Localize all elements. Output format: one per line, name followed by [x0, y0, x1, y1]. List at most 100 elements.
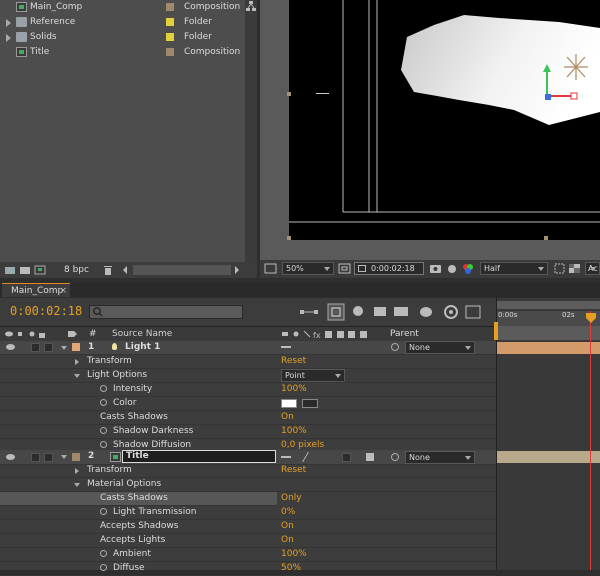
snapshot-camera-icon[interactable]: [429, 262, 443, 276]
collapse-triangle-icon[interactable]: [61, 455, 67, 459]
comp-mini-flowchart-icon[interactable]: [300, 310, 318, 314]
composition-canvas[interactable]: [289, 0, 600, 240]
timeline-graph-area[interactable]: 0:00s 02s: [496, 298, 600, 570]
property-shadow-darkness[interactable]: Shadow Darkness 100%: [0, 425, 496, 439]
light-position-icon[interactable]: [564, 54, 588, 80]
parent-dropdown[interactable]: None: [405, 341, 475, 354]
region-of-interest-icon[interactable]: [553, 262, 567, 276]
color-swatch[interactable]: [281, 399, 297, 408]
property-value[interactable]: Only: [281, 493, 302, 503]
expand-triangle-icon[interactable]: [6, 34, 11, 42]
work-area-bar[interactable]: [497, 301, 600, 309]
layer-label-color[interactable]: [72, 453, 80, 461]
transparency-grid-icon[interactable]: [568, 262, 582, 276]
graph-editor-icon[interactable]: [465, 305, 481, 319]
corner-handle[interactable]: [287, 236, 291, 240]
property-accepts-shadows[interactable]: Accepts Shadows On: [0, 520, 496, 534]
collapse-triangle-icon[interactable]: [61, 346, 67, 350]
label-color-swatch[interactable]: [166, 3, 174, 11]
audio-speaker-icon[interactable]: [18, 332, 22, 336]
property-casts-shadows-selected[interactable]: Casts Shadows: [0, 492, 277, 506]
collapse-triangle-icon[interactable]: [74, 483, 80, 487]
always-preview-icon[interactable]: [264, 262, 278, 276]
property-color[interactable]: Color: [0, 397, 496, 411]
layer-search-input[interactable]: [89, 305, 243, 319]
adjustment-switch[interactable]: [342, 453, 351, 462]
timeline-navigator-handle[interactable]: [494, 322, 498, 340]
lock-switch[interactable]: [44, 453, 53, 462]
pick-whip-icon[interactable]: [391, 343, 399, 351]
reset-link[interactable]: Reset: [281, 355, 306, 368]
corner-handle[interactable]: [287, 92, 291, 96]
property-value[interactable]: 100%: [281, 383, 307, 396]
property-value[interactable]: 100%: [281, 425, 307, 438]
column-parent[interactable]: Parent: [390, 329, 419, 339]
light-type-dropdown[interactable]: Point: [281, 369, 345, 382]
current-time-indicator-icon[interactable]: [585, 312, 597, 326]
current-time-display[interactable]: 0:00:02:18: [354, 262, 424, 275]
stopwatch-icon[interactable]: [100, 441, 107, 448]
reset-link[interactable]: Reset: [281, 464, 306, 477]
expand-triangle-icon[interactable]: [6, 19, 11, 27]
project-item-main-comp[interactable]: Main_Comp Composition: [0, 0, 245, 15]
layer-bar-title[interactable]: [497, 451, 600, 463]
stopwatch-icon[interactable]: [100, 550, 107, 557]
label-color-swatch[interactable]: [166, 18, 174, 26]
active-camera-dropdown[interactable]: Ac: [585, 262, 600, 275]
layer-bar-light-1[interactable]: [497, 342, 600, 354]
corner-handle[interactable]: [544, 236, 548, 240]
property-accepts-lights[interactable]: Accepts Lights On: [0, 534, 496, 548]
project-item-solids[interactable]: Solids Folder: [0, 30, 245, 45]
layer-row-light-1[interactable]: 1 Light 1 None: [0, 341, 496, 355]
project-item-reference[interactable]: Reference Folder: [0, 15, 245, 30]
new-folder-icon[interactable]: [20, 267, 30, 274]
property-light-options[interactable]: Light Options Point: [0, 369, 496, 383]
stopwatch-icon[interactable]: [100, 427, 107, 434]
stopwatch-icon[interactable]: [100, 385, 107, 392]
trash-icon[interactable]: [102, 263, 114, 277]
solo-switch[interactable]: [31, 343, 40, 352]
playhead-line[interactable]: [590, 311, 591, 570]
scroll-right-arrow-icon[interactable]: [232, 263, 242, 277]
property-light-transmission[interactable]: Light Transmission 0%: [0, 506, 496, 520]
property-value[interactable]: 0%: [281, 506, 295, 519]
expand-triangle-icon[interactable]: [75, 359, 79, 365]
quality-switch-icon[interactable]: [302, 452, 319, 462]
layer-row-title[interactable]: 2 Title None: [0, 450, 496, 465]
close-tab-icon[interactable]: ×: [59, 284, 67, 298]
project-item-title[interactable]: Title Composition: [0, 45, 245, 60]
timeline-current-time[interactable]: 0:00:02:18: [10, 304, 82, 318]
property-ambient[interactable]: Ambient 100%: [0, 548, 496, 562]
solo-switch[interactable]: [31, 453, 40, 462]
column-source-name[interactable]: Source Name: [112, 329, 172, 339]
pick-whip-icon[interactable]: [391, 453, 399, 461]
motion-blur-icon[interactable]: [394, 307, 408, 316]
shy-switch-icon[interactable]: [281, 346, 291, 348]
eyedropper-icon[interactable]: [302, 399, 318, 408]
property-transform[interactable]: Transform Reset: [0, 355, 496, 369]
collapse-triangle-icon[interactable]: [74, 374, 80, 378]
label-color-swatch[interactable]: [166, 33, 174, 41]
interpret-footage-icon[interactable]: [5, 267, 15, 274]
visibility-eye-icon[interactable]: [6, 454, 15, 460]
magnification-dropdown[interactable]: 50%: [282, 262, 334, 275]
layer-label-color[interactable]: [72, 343, 80, 351]
video-eye-icon[interactable]: [5, 331, 13, 337]
new-composition-icon[interactable]: [34, 265, 46, 275]
property-material-options[interactable]: Material Options: [0, 478, 496, 492]
property-transform[interactable]: Transform Reset: [0, 464, 496, 478]
scroll-left-arrow-icon[interactable]: [120, 263, 130, 277]
label-tag-icon[interactable]: [68, 331, 77, 337]
property-intensity[interactable]: Intensity 100%: [0, 383, 496, 397]
3d-layer-cube-icon[interactable]: [366, 453, 374, 461]
tab-main-comp[interactable]: Main_Comp ×: [2, 283, 70, 297]
stopwatch-icon[interactable]: [100, 399, 107, 406]
layer-name-field[interactable]: Title: [122, 450, 276, 463]
draft-3d-icon[interactable]: [327, 303, 345, 321]
label-color-swatch[interactable]: [166, 48, 174, 56]
lock-icon[interactable]: [39, 333, 45, 338]
property-casts-shadows[interactable]: Casts Shadows On: [0, 411, 496, 425]
property-value[interactable]: On: [281, 534, 294, 547]
horizontal-scrollbar[interactable]: [133, 265, 231, 275]
rgb-channels-icon[interactable]: [461, 262, 475, 276]
